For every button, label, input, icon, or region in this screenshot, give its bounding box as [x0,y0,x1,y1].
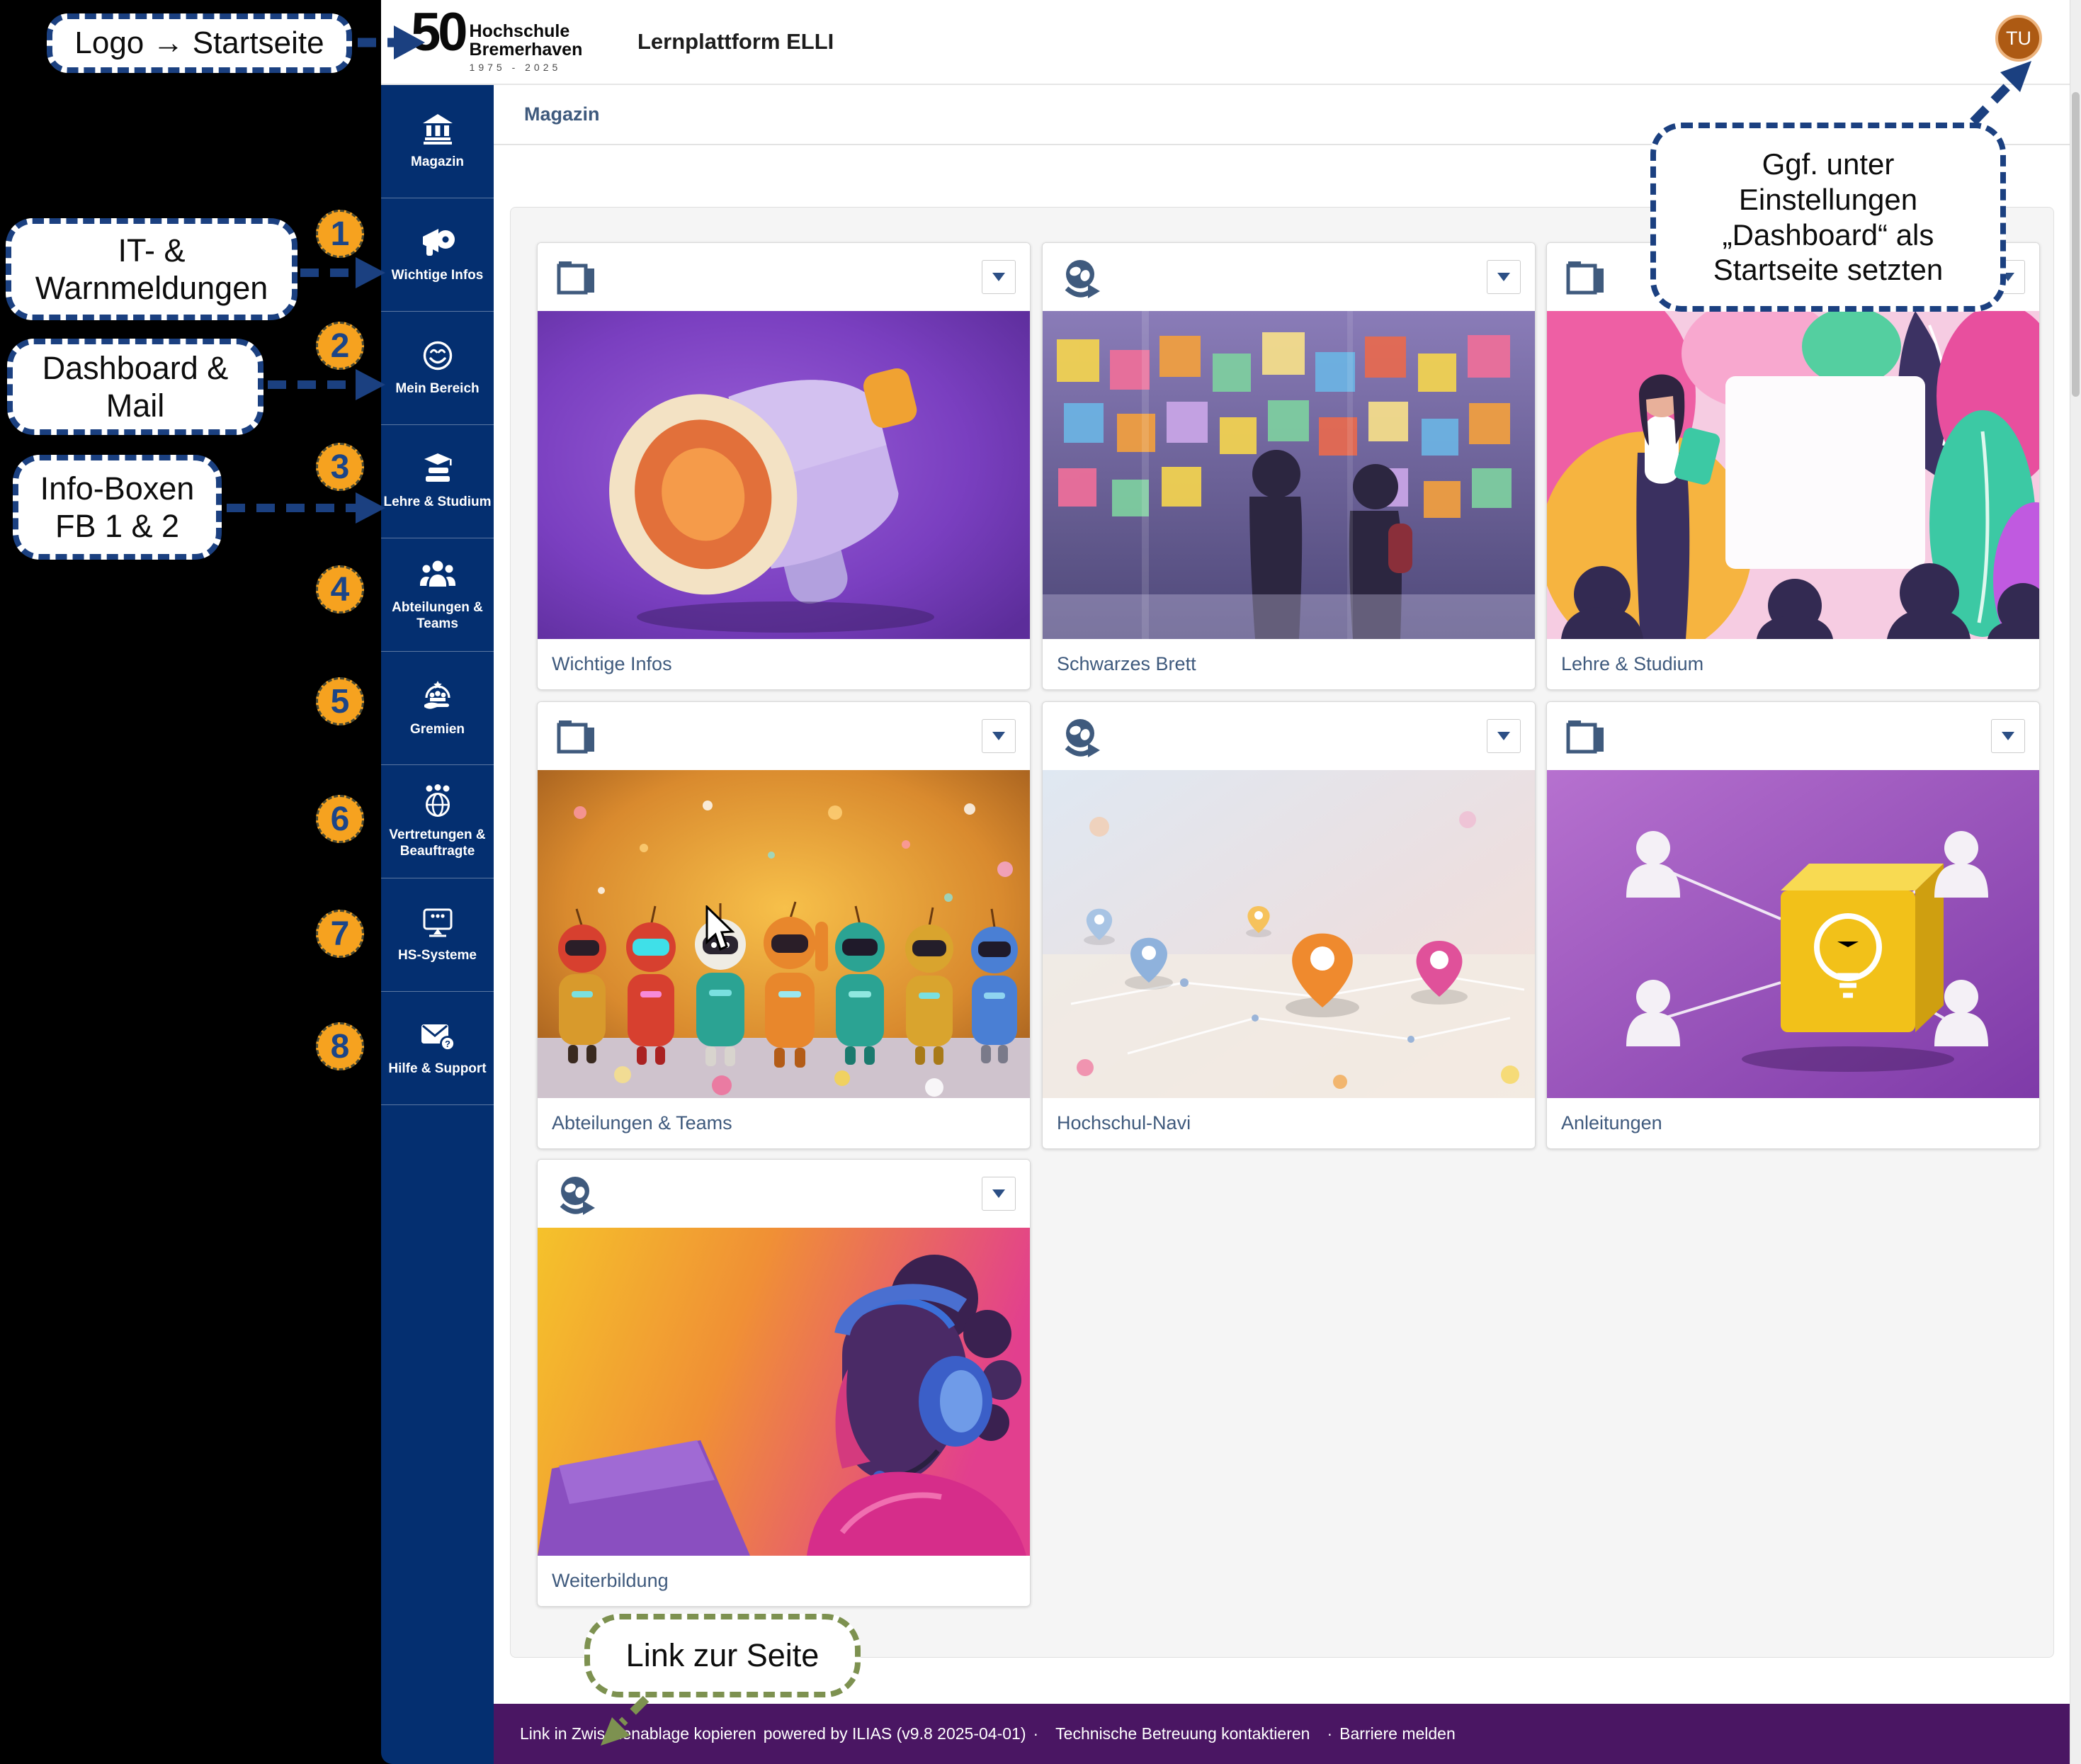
sidebar-item-wichtige-infos[interactable]: Wichtige Infos [381,198,494,312]
avatar[interactable]: TU [1995,15,2042,62]
books-grad-icon [420,452,455,486]
footer-bar: Link in Zwischenablage kopieren powered … [494,1704,2081,1764]
sidebar-item-vertretungen[interactable]: Vertretungen & Beauftragte [381,765,494,878]
globe-people-icon [420,784,455,819]
card-anleitungen: Anleitungen [1546,701,2040,1149]
annotation-number-5: 5 [316,677,364,725]
svg-text:?: ? [445,1039,450,1049]
footer-separator: · [1033,1724,1038,1743]
sidebar-item-hs-systeme[interactable]: HS-Systeme [381,878,494,992]
folder-icon [1565,718,1606,756]
sidebar-item-abteilungen-teams[interactable]: Abteilungen & Teams [381,538,494,652]
weblink-icon [556,1175,596,1216]
weblink-icon [1061,259,1101,300]
card-title[interactable]: Schwarzes Brett [1043,639,1535,689]
university-logo[interactable]: 50 Hochschule Bremerhaven 1975 - 2025 [411,7,582,73]
annotation-number-4: 4 [316,565,364,614]
monitor-icon [420,905,455,939]
annotation-number-8: 8 [316,1022,364,1070]
support-footer-link[interactable]: Technische Betreuung kontaktieren [1055,1724,1310,1743]
copy-link-footer-link[interactable]: Link in Zwischenablage kopieren [520,1724,756,1743]
ilias-app-window: 50 Hochschule Bremerhaven 1975 - 2025 Le… [0,0,2081,1764]
card-image-map-pins[interactable] [1043,770,1536,1098]
annotation-number-1: 1 [316,210,364,258]
card-actions-dropdown[interactable] [982,719,1016,753]
chevron-down-icon [992,273,1005,281]
main-sidebar: Magazin Wichtige Infos Mein Bereich [381,85,494,1764]
chevron-down-icon [1497,732,1510,740]
people-group-icon [420,558,455,592]
card-actions-dropdown[interactable] [1487,719,1521,753]
page-title: Lernplattform ELLI [637,0,834,84]
annotation-number-6: 6 [316,795,364,843]
card-abteilungen-teams: Abteilungen & Teams [537,701,1031,1149]
folder-icon [556,718,597,756]
mail-question-icon: ? [419,1019,456,1053]
card-image-sticky-notes[interactable] [1043,311,1536,639]
card-image-lightbulb-cube[interactable] [1547,770,2040,1098]
card-title[interactable]: Weiterbildung [538,1556,1030,1606]
annotation-callout-info-boxen: Info-Boxen FB 1 & 2 [13,455,222,560]
card-schwarzes-brett: Schwarzes Brett [1042,242,1536,690]
weblink-icon [1061,718,1101,759]
chevron-down-icon [2002,732,2014,740]
card-image-headphones-woman[interactable] [538,1228,1031,1556]
annotation-callout-it-warnmeldungen: IT- & Warnmeldungen [6,218,297,320]
card-hochschul-navi: Hochschul-Navi [1042,701,1536,1149]
annotation-number-7: 7 [316,910,364,958]
smiley-icon [421,339,455,373]
sidebar-item-lehre-studium[interactable]: Lehre & Studium [381,425,494,538]
annotation-callout-link-zur-seite: Link zur Seite [584,1614,861,1697]
annotation-number-2: 2 [316,322,364,370]
committee-icon [420,678,455,713]
scrollbar-thumb[interactable] [2072,92,2080,397]
sidebar-item-gremien[interactable]: Gremien [381,652,494,765]
annotation-logo-callout: Logo → Startseite [47,13,352,73]
sidebar-item-magazin[interactable]: Magazin [381,85,494,198]
card-actions-dropdown[interactable] [982,1177,1016,1211]
chevron-down-icon [992,732,1005,740]
card-title[interactable]: Abteilungen & Teams [538,1098,1030,1148]
card-weiterbildung: Weiterbildung [537,1159,1031,1607]
card-title[interactable]: Wichtige Infos [538,639,1030,689]
annotation-number-3: 3 [316,443,364,491]
card-image-robots[interactable] [538,770,1031,1098]
folder-icon [556,259,597,297]
footer-separator: · [1327,1724,1332,1743]
card-actions-dropdown[interactable] [1487,260,1521,294]
sidebar-item-mein-bereich[interactable]: Mein Bereich [381,312,494,425]
scrollbar-track[interactable] [2070,0,2081,1764]
card-actions-dropdown[interactable] [1991,719,2025,753]
breadcrumb[interactable]: Magazin [524,103,600,125]
card-image-presentation[interactable] [1547,311,2040,639]
logo-years: 1975 - 2025 [470,62,583,73]
logo-50-glyph: 50 [411,7,465,58]
card-actions-dropdown[interactable] [982,260,1016,294]
sidebar-item-hilfe-support[interactable]: ? Hilfe & Support [381,992,494,1105]
annotation-callout-settings-dashboard: Ggf. unter Einstellungen „Dashboard“ als… [1650,123,2006,312]
card-wichtige-infos: Wichtige Infos [537,242,1031,690]
card-title[interactable]: Lehre & Studium [1547,639,2039,689]
top-header-bar: 50 Hochschule Bremerhaven 1975 - 2025 Le… [381,0,2081,85]
card-image-megaphone[interactable] [538,311,1031,639]
logo-name-line2: Bremerhaven [470,41,583,60]
megaphone-icon [420,225,455,259]
folder-icon [1565,259,1606,297]
chevron-down-icon [1497,273,1510,281]
card-title[interactable]: Hochschul-Navi [1043,1098,1535,1148]
barrier-footer-link[interactable]: Barriere melden [1339,1724,1456,1743]
powered-by-text: powered by ILIAS (v9.8 2025-04-01) [764,1724,1026,1743]
chevron-down-icon [992,1189,1005,1198]
logo-name-line1: Hochschule [470,23,583,41]
card-title[interactable]: Anleitungen [1547,1098,2039,1148]
institution-icon [421,112,455,146]
annotation-callout-dashboard-mail: Dashboard & Mail [7,339,263,435]
